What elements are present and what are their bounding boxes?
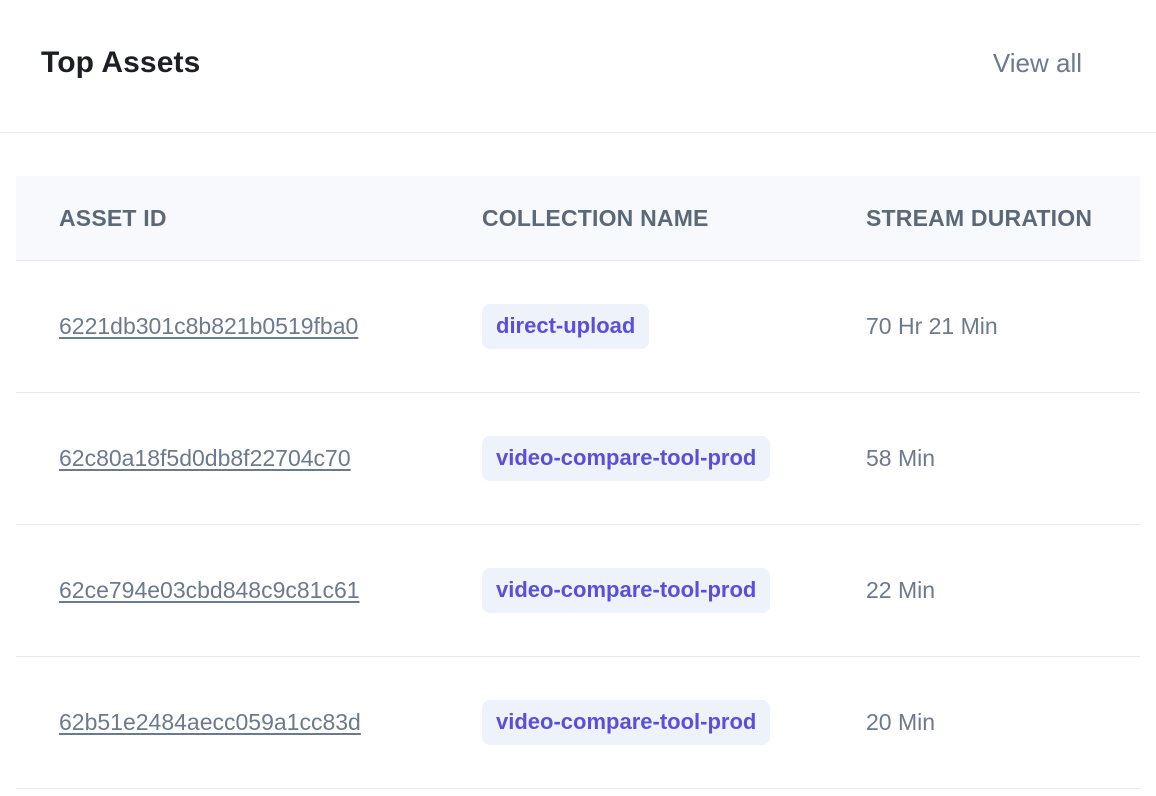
collection-cell: direct-upload: [482, 304, 866, 349]
asset-id-link[interactable]: 62c80a18f5d0db8f22704c70: [59, 445, 351, 471]
view-all-link[interactable]: View all: [993, 48, 1082, 79]
duration-cell: 20 Min: [866, 709, 1140, 736]
table-row: 62ce794e03cbd848c9c81c61 video-compare-t…: [16, 525, 1140, 657]
stream-duration: 22 Min: [866, 577, 936, 603]
collection-badge: direct-upload: [482, 304, 650, 349]
top-assets-table: ASSET ID COLLECTION NAME STREAM DURATION…: [16, 176, 1140, 789]
asset-id-cell: 62b51e2484aecc059a1cc83d: [16, 709, 482, 736]
card-title: Top Assets: [41, 46, 201, 79]
card-header: Top Assets View all: [0, 0, 1156, 133]
column-header-collection-name: COLLECTION NAME: [482, 204, 709, 231]
stream-duration: 20 Min: [866, 709, 936, 735]
asset-id-link[interactable]: 62ce794e03cbd848c9c81c61: [59, 577, 360, 603]
collection-badge: video-compare-tool-prod: [482, 700, 771, 745]
duration-cell: 70 Hr 21 Min: [866, 313, 1140, 340]
column-header-stream-duration: STREAM DURATION: [866, 204, 1093, 231]
collection-cell: video-compare-tool-prod: [482, 436, 866, 481]
collection-cell: video-compare-tool-prod: [482, 700, 866, 745]
collection-cell: video-compare-tool-prod: [482, 568, 866, 613]
stream-duration: 70 Hr 21 Min: [866, 313, 998, 339]
duration-cell: 58 Min: [866, 445, 1140, 472]
duration-cell: 22 Min: [866, 577, 1140, 604]
table-row: 6221db301c8b821b0519fba0 direct-upload 7…: [16, 261, 1140, 393]
table-row: 62b51e2484aecc059a1cc83d video-compare-t…: [16, 657, 1140, 789]
asset-id-link[interactable]: 6221db301c8b821b0519fba0: [59, 313, 358, 339]
table-header-row: ASSET ID COLLECTION NAME STREAM DURATION: [16, 176, 1140, 261]
asset-id-link[interactable]: 62b51e2484aecc059a1cc83d: [59, 709, 361, 735]
asset-id-cell: 62ce794e03cbd848c9c81c61: [16, 577, 482, 604]
asset-id-cell: 62c80a18f5d0db8f22704c70: [16, 445, 482, 472]
top-assets-card: Top Assets View all ASSET ID COLLECTION …: [0, 0, 1156, 796]
collection-badge: video-compare-tool-prod: [482, 568, 771, 613]
table-row: 62c80a18f5d0db8f22704c70 video-compare-t…: [16, 393, 1140, 525]
collection-badge: video-compare-tool-prod: [482, 436, 771, 481]
asset-id-cell: 6221db301c8b821b0519fba0: [16, 313, 482, 340]
column-header-asset-id: ASSET ID: [59, 204, 167, 231]
stream-duration: 58 Min: [866, 445, 936, 471]
